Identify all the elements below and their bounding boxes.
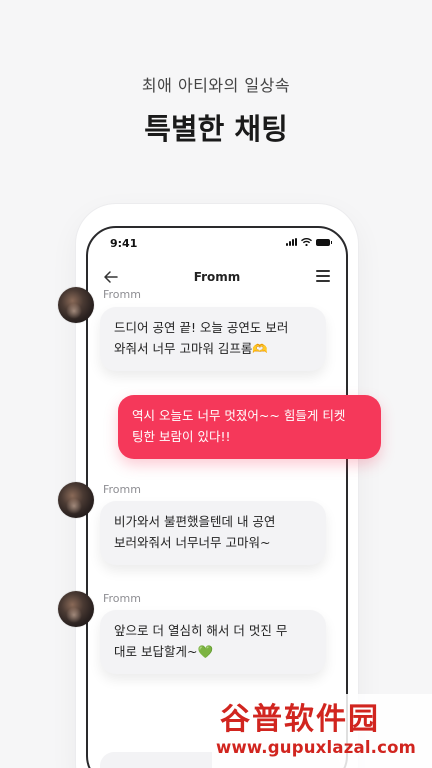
watermark: 谷普软件园 www.gupuxlazal.com bbox=[212, 694, 432, 768]
battery-icon bbox=[316, 239, 332, 246]
message-bubble-incoming: 드디어 공연 끝! 오늘 공연도 보러 와줘서 너무 고마워 김프롬🫶 bbox=[100, 307, 326, 371]
sender-name: Fromm bbox=[103, 288, 141, 301]
watermark-title: 谷普软件园 bbox=[220, 702, 380, 737]
chat-title: Fromm bbox=[193, 270, 241, 284]
message-line: 앞으로 더 열심히 해서 더 멋진 무 bbox=[114, 623, 288, 638]
status-icons bbox=[286, 238, 332, 246]
wifi-icon bbox=[301, 238, 312, 246]
sender-name: Fromm bbox=[103, 483, 141, 496]
message-line: 팅한 보람이 있다!! bbox=[132, 429, 231, 444]
menu-icon[interactable] bbox=[316, 270, 330, 282]
status-time: 9:41 bbox=[110, 237, 138, 250]
message-line: 와줘서 너무 고마워 김프롬🫶 bbox=[114, 341, 268, 356]
avatar[interactable] bbox=[58, 591, 94, 627]
avatar[interactable] bbox=[58, 287, 94, 323]
signal-icon bbox=[286, 238, 297, 246]
promo-subtitle: 최애 아티와의 일상속 bbox=[141, 76, 291, 95]
message-line: 드디어 공연 끝! 오늘 공연도 보러 bbox=[114, 320, 289, 335]
message-bubble-incoming: 앞으로 더 열심히 해서 더 멋진 무 대로 보답할게~💚 bbox=[100, 610, 326, 674]
message-line: 비가와서 불편했을텐데 내 공연 bbox=[114, 514, 276, 529]
message-bubble-incoming: 비가와서 불편했을텐데 내 공연 보러와줘서 너무너무 고마워~ bbox=[100, 501, 326, 565]
sender-name: Fromm bbox=[103, 592, 141, 605]
watermark-url: www.gupuxlazal.com bbox=[216, 738, 417, 757]
message-line: 보러와줘서 너무너무 고마워~ bbox=[114, 535, 271, 550]
avatar[interactable] bbox=[58, 482, 94, 518]
message-line: 대로 보답할게~💚 bbox=[114, 644, 214, 659]
message-line: 역시 오늘도 너무 멋졌어~~ 힘들게 티켓 bbox=[132, 408, 346, 423]
promo-headline: 특별한 채팅 bbox=[144, 112, 288, 146]
message-bubble-outgoing: 역시 오늘도 너무 멋졌어~~ 힘들게 티켓 팅한 보람이 있다!! bbox=[118, 395, 381, 459]
